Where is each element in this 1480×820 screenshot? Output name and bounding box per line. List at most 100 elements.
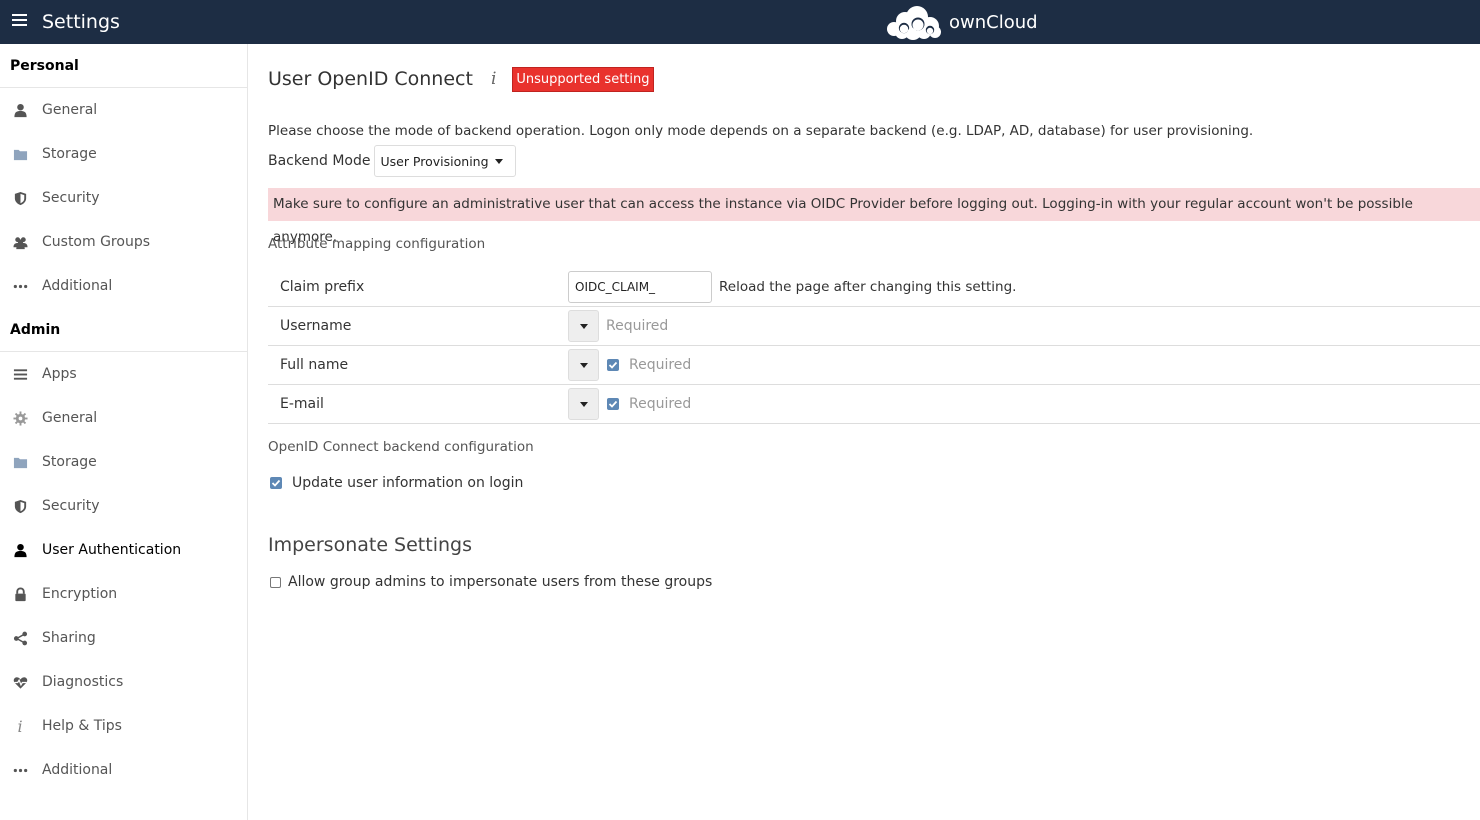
attribute-mapping-heading: Attribute mapping configuration (268, 236, 486, 252)
check-icon (608, 361, 618, 369)
sidebar-item-apps[interactable]: Apps (0, 352, 247, 396)
check-icon (608, 400, 618, 408)
sidebar-item-personal-storage[interactable]: Storage (0, 132, 247, 176)
check-icon (271, 479, 281, 487)
full-name-required-checkbox[interactable] (607, 359, 619, 371)
folder-icon (12, 146, 28, 162)
claim-prefix-input[interactable] (568, 271, 712, 303)
backend-mode-description: Please choose the mode of backend operat… (268, 123, 1254, 139)
sidebar-item-custom-groups[interactable]: Custom Groups (0, 220, 247, 264)
sidebar-item-label: User Authentication (42, 542, 182, 558)
sidebar-item-label: General (42, 410, 98, 426)
email-required-checkbox[interactable] (607, 398, 619, 410)
settings-sidebar: Personal General Storage Security Custom… (0, 44, 248, 820)
user-icon (12, 102, 28, 118)
table-row-claim-prefix: Claim prefix Reload the page after chang… (268, 268, 1480, 307)
username-mapping-dropdown[interactable] (568, 310, 599, 342)
sidebar-item-label: Additional (42, 762, 113, 778)
sidebar-item-admin-storage[interactable]: Storage (0, 440, 247, 484)
brand-logo[interactable]: ownCloud (882, 4, 1038, 40)
full-name-mapping-dropdown[interactable] (568, 349, 599, 381)
sidebar-heading-admin: Admin (0, 308, 247, 352)
unsupported-badge: Unsupported setting (512, 66, 654, 92)
more-icon (12, 278, 28, 294)
table-row-email: E-mail Required (268, 385, 1480, 424)
sidebar-item-label: Apps (42, 366, 77, 382)
attribute-mapping-table: Claim prefix Reload the page after chang… (268, 268, 1480, 424)
backend-mode-select[interactable]: User Provisioning (374, 145, 516, 177)
email-required-label: Required (629, 396, 692, 412)
list-icon (12, 366, 28, 382)
impersonate-row: Allow group admins to impersonate users … (270, 574, 712, 590)
caret-down-icon (579, 401, 588, 407)
lock-icon (12, 586, 28, 602)
sidebar-item-help-tips[interactable]: i Help & Tips (0, 704, 247, 748)
full-name-label: Full name (280, 357, 349, 373)
backend-mode-value: User Provisioning (380, 153, 489, 169)
caret-down-icon (494, 158, 503, 164)
sidebar-item-label: Security (42, 190, 100, 206)
header-title: Settings (42, 11, 120, 33)
gear-icon (12, 410, 28, 426)
heartbeat-icon (12, 674, 28, 690)
sidebar-item-label: General (42, 102, 98, 118)
claim-prefix-label: Claim prefix (280, 279, 365, 295)
backend-config-heading: OpenID Connect backend configuration (268, 439, 534, 455)
update-user-info-checkbox[interactable] (270, 477, 282, 489)
sidebar-item-admin-security[interactable]: Security (0, 484, 247, 528)
shield-icon (12, 190, 28, 206)
sidebar-item-encryption[interactable]: Encryption (0, 572, 247, 616)
share-icon (12, 630, 28, 646)
sidebar-item-personal-general[interactable]: General (0, 88, 247, 132)
folder-icon (12, 454, 28, 470)
backend-mode-label: Backend Mode (268, 153, 371, 169)
sidebar-item-sharing[interactable]: Sharing (0, 616, 247, 660)
sidebar-item-label: Storage (42, 454, 97, 470)
sidebar-item-personal-security[interactable]: Security (0, 176, 247, 220)
update-user-info-row: Update user information on login (270, 475, 523, 491)
more-icon (12, 762, 28, 778)
full-name-required-label: Required (629, 357, 692, 373)
shield-icon (12, 498, 28, 514)
info-icon: i (17, 716, 23, 736)
sidebar-item-label: Security (42, 498, 100, 514)
sidebar-item-label: Storage (42, 146, 97, 162)
username-label: Username (280, 318, 352, 334)
users-icon (12, 234, 28, 250)
sidebar-item-label: Custom Groups (42, 234, 151, 250)
caret-down-icon (579, 362, 588, 368)
sidebar-item-label: Additional (42, 278, 113, 294)
sidebar-item-user-authentication[interactable]: User Authentication (0, 528, 247, 572)
backend-mode-row: Backend Mode User Provisioning (268, 145, 516, 177)
brand-name: ownCloud (949, 11, 1038, 33)
sidebar-item-label: Sharing (42, 630, 96, 646)
username-required-label: Required (606, 318, 669, 334)
sidebar-item-admin-additional[interactable]: Additional (0, 748, 247, 792)
sidebar-item-admin-general[interactable]: General (0, 396, 247, 440)
page-title: User OpenID Connect (268, 68, 473, 90)
claim-prefix-note: Reload the page after changing this sett… (719, 279, 1017, 295)
info-icon[interactable]: i (491, 69, 496, 89)
admin-warning-banner: Make sure to configure an administrative… (268, 188, 1480, 245)
sidebar-item-label: Encryption (42, 586, 118, 602)
cloud-icon (887, 6, 941, 40)
email-label: E-mail (280, 396, 324, 412)
sidebar-item-personal-additional[interactable]: Additional (0, 264, 247, 308)
top-header: Settings ownCloud (0, 0, 1480, 44)
caret-down-icon (579, 323, 588, 329)
sidebar-heading-personal: Personal (0, 44, 247, 88)
sidebar-item-label: Diagnostics (42, 674, 124, 690)
sidebar-item-diagnostics[interactable]: Diagnostics (0, 660, 247, 704)
title-row: User OpenID Connect i Unsupported settin… (268, 65, 654, 93)
table-row-full-name: Full name Required (268, 346, 1480, 385)
sidebar-item-label: Help & Tips (42, 718, 122, 734)
email-mapping-dropdown[interactable] (568, 388, 599, 420)
impersonate-heading: Impersonate Settings (268, 534, 472, 556)
update-user-info-label[interactable]: Update user information on login (292, 475, 523, 491)
main-content: User OpenID Connect i Unsupported settin… (268, 44, 1480, 820)
table-row-username: Username Required (268, 307, 1480, 346)
hamburger-icon[interactable] (12, 14, 27, 28)
impersonate-checkbox[interactable] (270, 576, 281, 588)
user-icon (12, 542, 28, 558)
impersonate-label[interactable]: Allow group admins to impersonate users … (288, 574, 712, 590)
